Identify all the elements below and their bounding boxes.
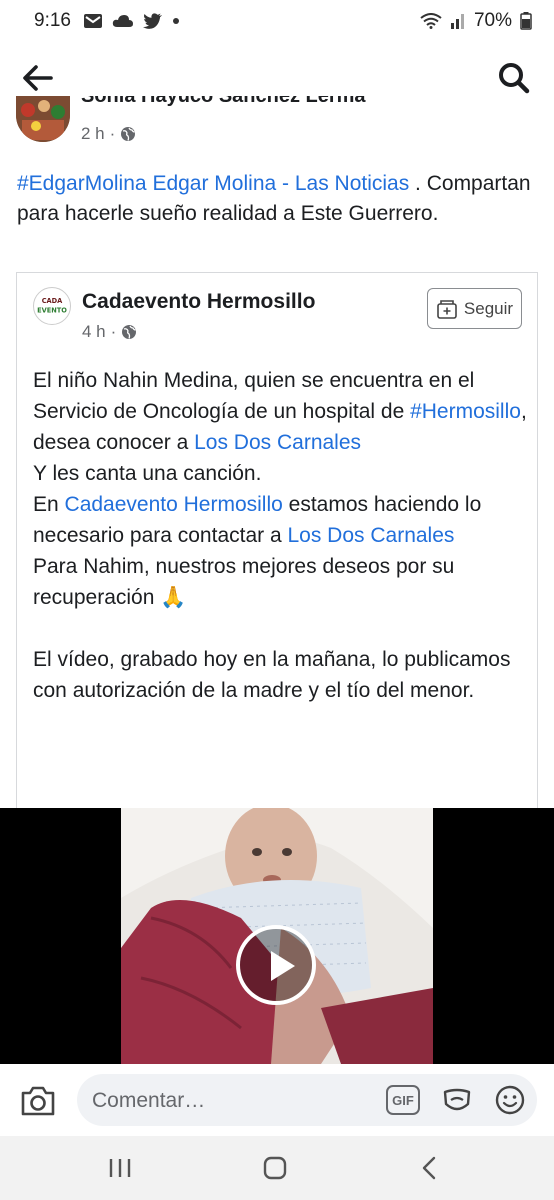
status-bar: 9:16 70% <box>0 0 554 42</box>
shared-post-text: El niño Nahin Medina, quien se encuentra… <box>33 365 528 706</box>
page-name[interactable]: Cadaevento Hermosillo <box>82 290 315 314</box>
meta-separator: · <box>110 322 117 341</box>
page-logo: CADA EVENTO <box>34 288 70 324</box>
globe-icon <box>121 127 136 141</box>
signal-icon <box>450 14 464 29</box>
nav-back-button[interactable] <box>412 1152 448 1184</box>
shared-post-time[interactable]: 4 h <box>82 322 106 342</box>
svg-text:EVENTO: EVENTO <box>37 307 67 315</box>
home-icon <box>263 1156 287 1180</box>
battery-icon <box>520 12 532 30</box>
post-text: #EdgarMolina Edgar Molina - Las Noticias… <box>17 169 542 229</box>
page-meta: 4 h · <box>82 322 137 342</box>
sticker-button[interactable] <box>441 1084 473 1116</box>
comment-input[interactable]: Comentar… GIF <box>77 1074 537 1126</box>
home-button[interactable] <box>257 1152 293 1184</box>
page-avatar[interactable]: CADA EVENTO <box>33 287 71 325</box>
camera-button[interactable] <box>19 1082 57 1120</box>
battery-percent: 70% <box>473 10 512 31</box>
post-meta: 2 h · <box>81 124 136 144</box>
system-status: 70% <box>420 10 532 32</box>
hashtag-link[interactable]: #Hermosillo <box>410 400 521 423</box>
video-player[interactable] <box>0 808 554 1064</box>
follow-button[interactable]: Seguir <box>427 288 522 329</box>
paragraph-5: El vídeo, grabado hoy en la mañana, lo p… <box>33 648 511 702</box>
text-span: El niño Nahin Medina, quien se encuentra… <box>33 369 475 423</box>
twitter-icon <box>142 13 162 29</box>
text-span: En <box>33 493 65 516</box>
shared-post-card: CADA EVENTO Cadaevento Hermosillo 4 h · … <box>16 272 538 812</box>
system-nav-bar <box>0 1136 554 1200</box>
mention-link[interactable]: Edgar Molina - Las Noticias <box>152 172 409 195</box>
follow-label: Seguir <box>463 298 514 318</box>
emoji-icon <box>495 1085 525 1115</box>
recent-apps-button[interactable] <box>102 1152 138 1184</box>
wifi-icon <box>420 13 442 29</box>
nav-back-icon <box>422 1156 436 1180</box>
email-icon <box>83 14 102 28</box>
avatar-photo <box>16 96 70 142</box>
follow-page-icon <box>437 299 457 319</box>
gif-button[interactable]: GIF <box>386 1085 420 1115</box>
author-avatar[interactable] <box>16 96 70 142</box>
page-link[interactable]: Los Dos Carnales <box>287 524 454 547</box>
author-name[interactable]: Sonia Hayuco Sánchez Lerma <box>81 96 366 108</box>
gif-label: GIF <box>392 1092 414 1108</box>
paragraph-1: El niño Nahin Medina, quien se encuentra… <box>33 365 528 458</box>
camera-icon <box>21 1086 55 1116</box>
page-link[interactable]: Cadaevento Hermosillo <box>65 493 283 516</box>
emoji-button[interactable] <box>494 1084 526 1116</box>
paragraph-2: Y les canta una canción. <box>33 462 262 485</box>
paragraph-4: Para Nahim, nuestros mejores deseos por … <box>33 555 455 609</box>
back-arrow-icon <box>23 65 53 91</box>
dot-icon <box>172 18 179 24</box>
comment-bar: Comentar… GIF <box>0 1064 554 1136</box>
paragraph-3: En Cadaevento Hermosillo estamos haciend… <box>33 489 528 551</box>
comment-placeholder: Comentar… <box>92 1089 206 1112</box>
hashtag-link[interactable]: #EdgarMolina <box>17 172 147 195</box>
back-button[interactable] <box>18 58 58 98</box>
status-time: 9:16 <box>34 10 71 31</box>
search-icon <box>499 63 530 94</box>
post-time[interactable]: 2 h <box>81 124 105 144</box>
notification-icons <box>83 13 180 29</box>
svg-text:CADA: CADA <box>42 297 63 305</box>
search-button[interactable] <box>494 58 534 98</box>
globe-icon <box>122 325 137 339</box>
meta-separator: · <box>109 124 116 143</box>
post-header: Sonia Hayuco Sánchez Lerma 2 h · <box>0 96 554 156</box>
sticker-icon <box>443 1088 471 1111</box>
cloud-icon <box>112 15 133 27</box>
recent-apps-icon <box>109 1159 131 1177</box>
page-link[interactable]: Los Dos Carnales <box>194 431 361 454</box>
play-icon[interactable] <box>236 925 316 1005</box>
